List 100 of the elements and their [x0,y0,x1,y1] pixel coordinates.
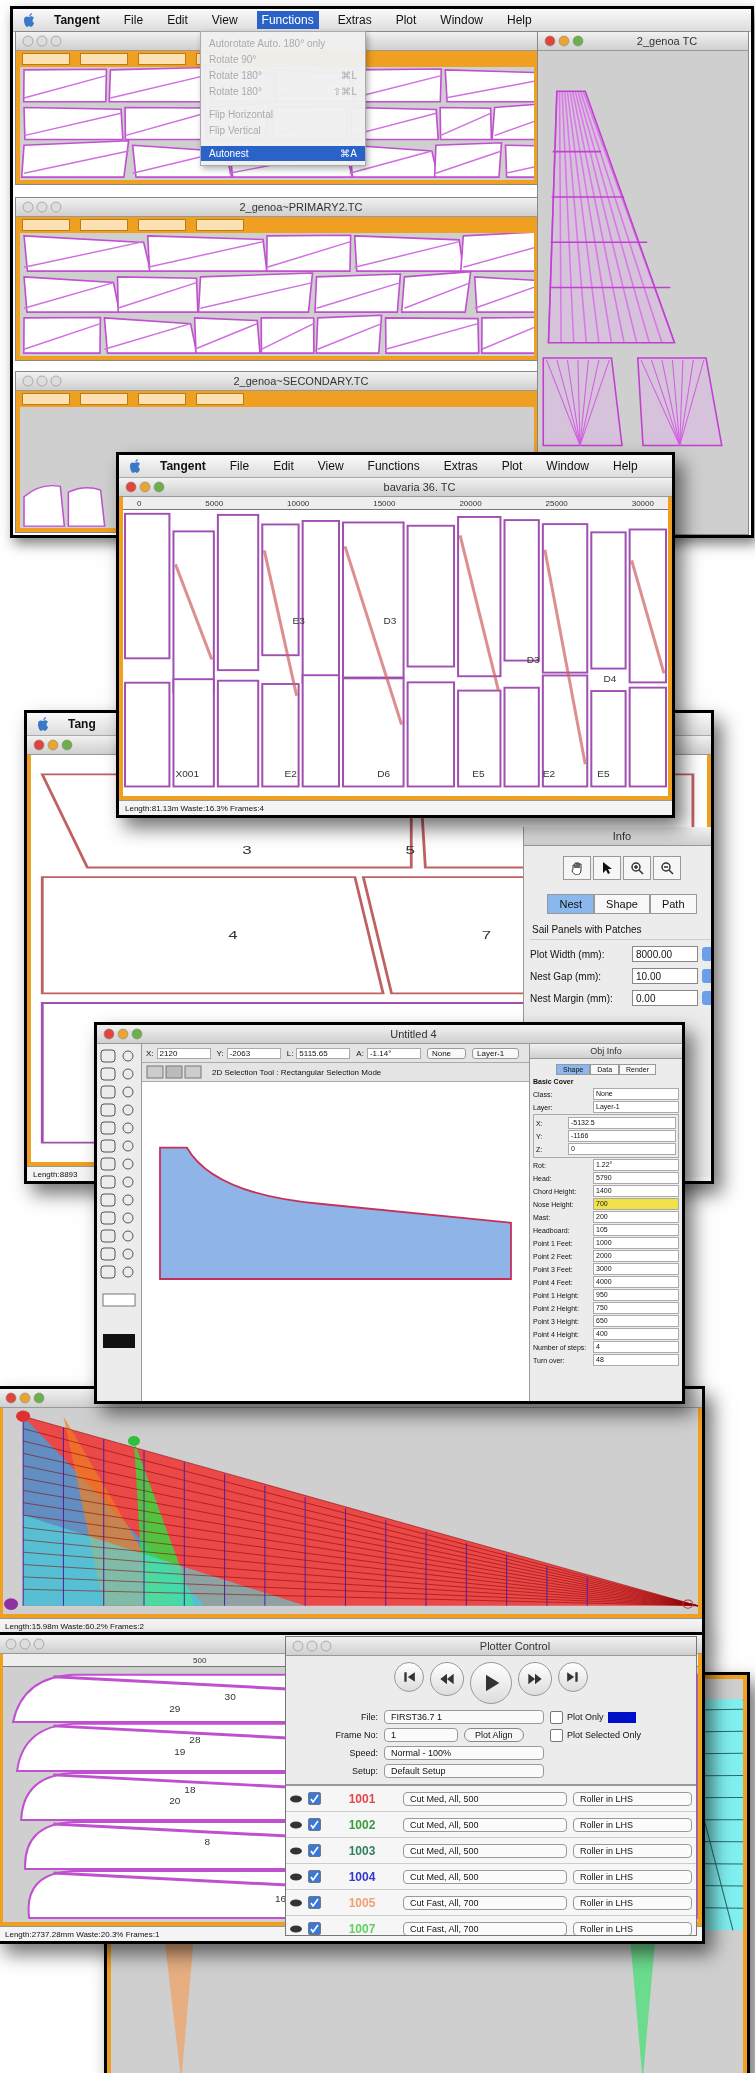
zoom-in-button[interactable] [623,856,651,880]
number-field[interactable] [138,219,186,231]
menu-item[interactable]: Edit [162,11,193,29]
segment-tab[interactable]: Path [649,894,697,914]
coordinate-field[interactable]: -2063 [226,1047,281,1059]
menu-item[interactable]: View [312,457,349,475]
window-controls-icon[interactable] [544,35,584,47]
window-controls-icon[interactable] [33,739,73,751]
apple-logo-icon[interactable] [37,717,49,731]
window-controls-icon[interactable] [103,1028,143,1040]
menu-item[interactable]: Tangent [49,11,105,29]
color-swatch-icon[interactable] [607,1711,636,1723]
number-field[interactable] [138,53,186,65]
menu-item[interactable]: Help [502,11,537,29]
number-field[interactable] [22,219,70,231]
menu-item[interactable]: Edit [268,457,299,475]
checkmark-icon [310,1898,319,1907]
number-field[interactable]: 0.00 [632,990,698,1006]
apple-logo-icon[interactable] [129,459,141,473]
number-field[interactable] [80,53,128,65]
menu-item[interactable]: Window [435,11,489,29]
panel-label: 28 [189,1734,201,1746]
number-field[interactable] [196,393,244,405]
menu-item[interactable]: Autonest ⌘A [201,146,365,161]
checkbox[interactable] [308,1896,321,1909]
holder-dropdown[interactable]: Roller in LHS [573,1791,692,1806]
tool-dropdown[interactable]: Cut Med, All, 500 [403,1791,567,1806]
menu-item[interactable]: Tangent [155,457,211,475]
menu-item[interactable]: File [118,11,149,29]
menu-item[interactable]: Functions [362,457,425,475]
checkmark-icon [310,1924,319,1933]
menu-item[interactable]: Functions [256,11,319,29]
menu-item[interactable]: View [206,11,243,29]
eye-icon[interactable] [290,1794,302,1803]
checkbox[interactable] [550,1728,563,1742]
number-field[interactable] [22,393,70,405]
arrow-tool-button[interactable] [593,856,621,880]
number-field[interactable] [22,53,70,65]
eye-icon[interactable] [290,1820,302,1829]
segment-tab[interactable]: Nest [547,894,595,914]
checkbox[interactable] [308,1792,321,1805]
checkbox[interactable] [550,1710,563,1724]
checkbox[interactable] [308,1922,321,1935]
apple-logo-icon[interactable] [23,13,35,27]
eye-icon[interactable] [290,1924,302,1933]
number-field[interactable]: 8000.00 [632,946,698,962]
play-button[interactable] [470,1662,512,1704]
number-field[interactable]: 10.00 [632,968,698,984]
rewind-button[interactable] [430,1662,464,1696]
plot-align-button[interactable]: Plot Align [464,1728,524,1742]
eye-icon[interactable] [290,1898,302,1907]
tool-dropdown[interactable]: Cut Fast, All, 700 [403,1921,567,1935]
menu-item[interactable]: Tang [63,715,101,733]
holder-dropdown[interactable]: Roller in LHS [573,1817,692,1832]
file-dropdown[interactable]: FIRST36.7 1 [384,1710,544,1724]
menu-item[interactable]: Plot [496,457,528,475]
skip-back-button[interactable] [394,1662,424,1692]
window-controls-icon[interactable] [125,481,165,493]
number-field[interactable] [196,219,244,231]
tool-dropdown[interactable]: Cut Med, All, 500 [403,1843,567,1858]
frame-dropdown[interactable]: 1 [384,1728,458,1742]
eye-icon[interactable] [290,1872,302,1881]
checkbox[interactable] [308,1818,321,1831]
speed-dropdown[interactable]: Normal - 100% [384,1746,544,1760]
layer-popup[interactable]: Layer-1 [472,1047,520,1059]
segment-tab[interactable]: Shape [594,894,650,914]
skip-forward-button[interactable] [558,1662,588,1692]
menu-item[interactable]: Extras [438,457,483,475]
rewind-icon [439,1671,455,1687]
eye-icon[interactable] [290,1846,302,1855]
menu-item[interactable]: Extras [332,11,377,29]
menu-item[interactable]: Window [541,457,595,475]
number-field[interactable] [138,393,186,405]
holder-dropdown[interactable]: Roller in LHS [573,1869,692,1884]
zoom-out-button[interactable] [653,856,681,880]
window-controls-icon[interactable] [5,1392,45,1404]
hand-tool-button[interactable] [563,856,591,880]
holder-dropdown[interactable]: Roller in LHS [573,1921,692,1935]
holder-dropdown[interactable]: Roller in LHS [573,1843,692,1858]
panel-label: 7 [481,928,492,942]
setup-dropdown[interactable]: Default Setup [384,1764,544,1778]
coordinate-field[interactable]: -1.14° [366,1047,421,1059]
menu-item[interactable]: File [224,457,255,475]
checkbox[interactable] [308,1870,321,1883]
zoom-out-icon [660,861,674,875]
class-popup[interactable]: None [426,1047,467,1059]
tool-dropdown[interactable]: Cut Med, All, 500 [403,1869,567,1884]
coordinate-field[interactable]: 5115.65 [296,1047,351,1059]
coordinate-field[interactable]: 2120 [156,1047,211,1059]
number-field[interactable] [80,393,128,405]
menu-item[interactable]: Help [608,457,643,475]
checkbox[interactable] [308,1844,321,1857]
menu-item[interactable]: Plot [390,11,422,29]
tool-dropdown[interactable]: Cut Med, All, 500 [403,1817,567,1832]
fast-forward-button[interactable] [518,1662,552,1696]
number-field[interactable] [80,219,128,231]
pointer-icon [601,861,613,875]
tool-dropdown[interactable]: Cut Fast, All, 700 [403,1895,567,1910]
skip-forward-icon [566,1670,580,1684]
holder-dropdown[interactable]: Roller in LHS [573,1895,692,1910]
